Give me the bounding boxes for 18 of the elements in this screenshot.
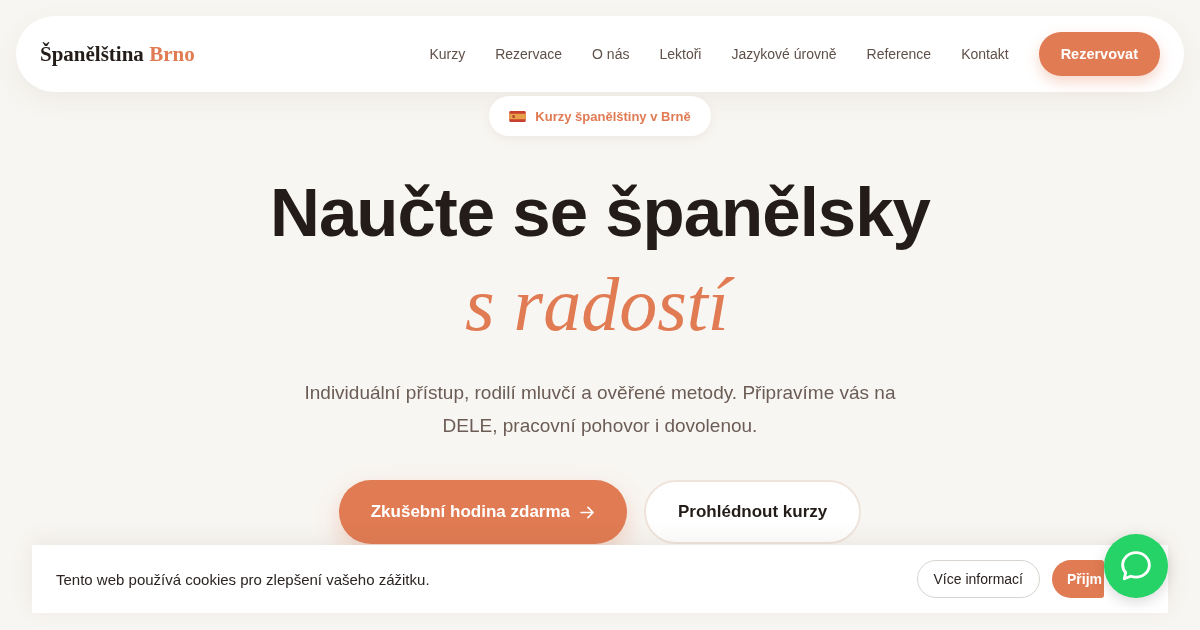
speech-bubble-icon — [1121, 551, 1151, 581]
nav-link[interactable]: Lektoři — [659, 46, 702, 62]
flag-icon — [509, 110, 527, 122]
hero-title: Naučte se španělsky — [270, 173, 930, 253]
browse-courses-button[interactable]: Prohlédnout kurzy — [644, 480, 862, 544]
cookie-text: Tento web používá cookies pro zlepšení vašeho zážitku. — [56, 570, 430, 588]
hero-subtitle: Individuální přístup, rodilí mluvčí a ověřené metody. Připravíme vás na DELE, pracovní pohovor i dovolenou. — [303, 381, 897, 438]
arrow-right-icon — [580, 505, 596, 519]
more-info-button[interactable]: Více informací — [916, 560, 1040, 598]
nav-link[interactable]: O nás — [592, 46, 630, 62]
nav-link[interactable]: Kurzy — [429, 46, 466, 62]
nav-link[interactable]: Reference — [866, 46, 932, 62]
hero-title-accent: s radostí — [459, 262, 741, 346]
badge-text: Kurzy španělštiny v Brně — [535, 108, 691, 124]
nav-link[interactable]: Kontakt — [961, 46, 1009, 62]
nav-link[interactable]: Rezervace — [495, 46, 563, 62]
nav-link[interactable]: Jazykové úrovně — [731, 46, 837, 62]
site-logo[interactable]: Španělština Brno — [40, 41, 195, 67]
